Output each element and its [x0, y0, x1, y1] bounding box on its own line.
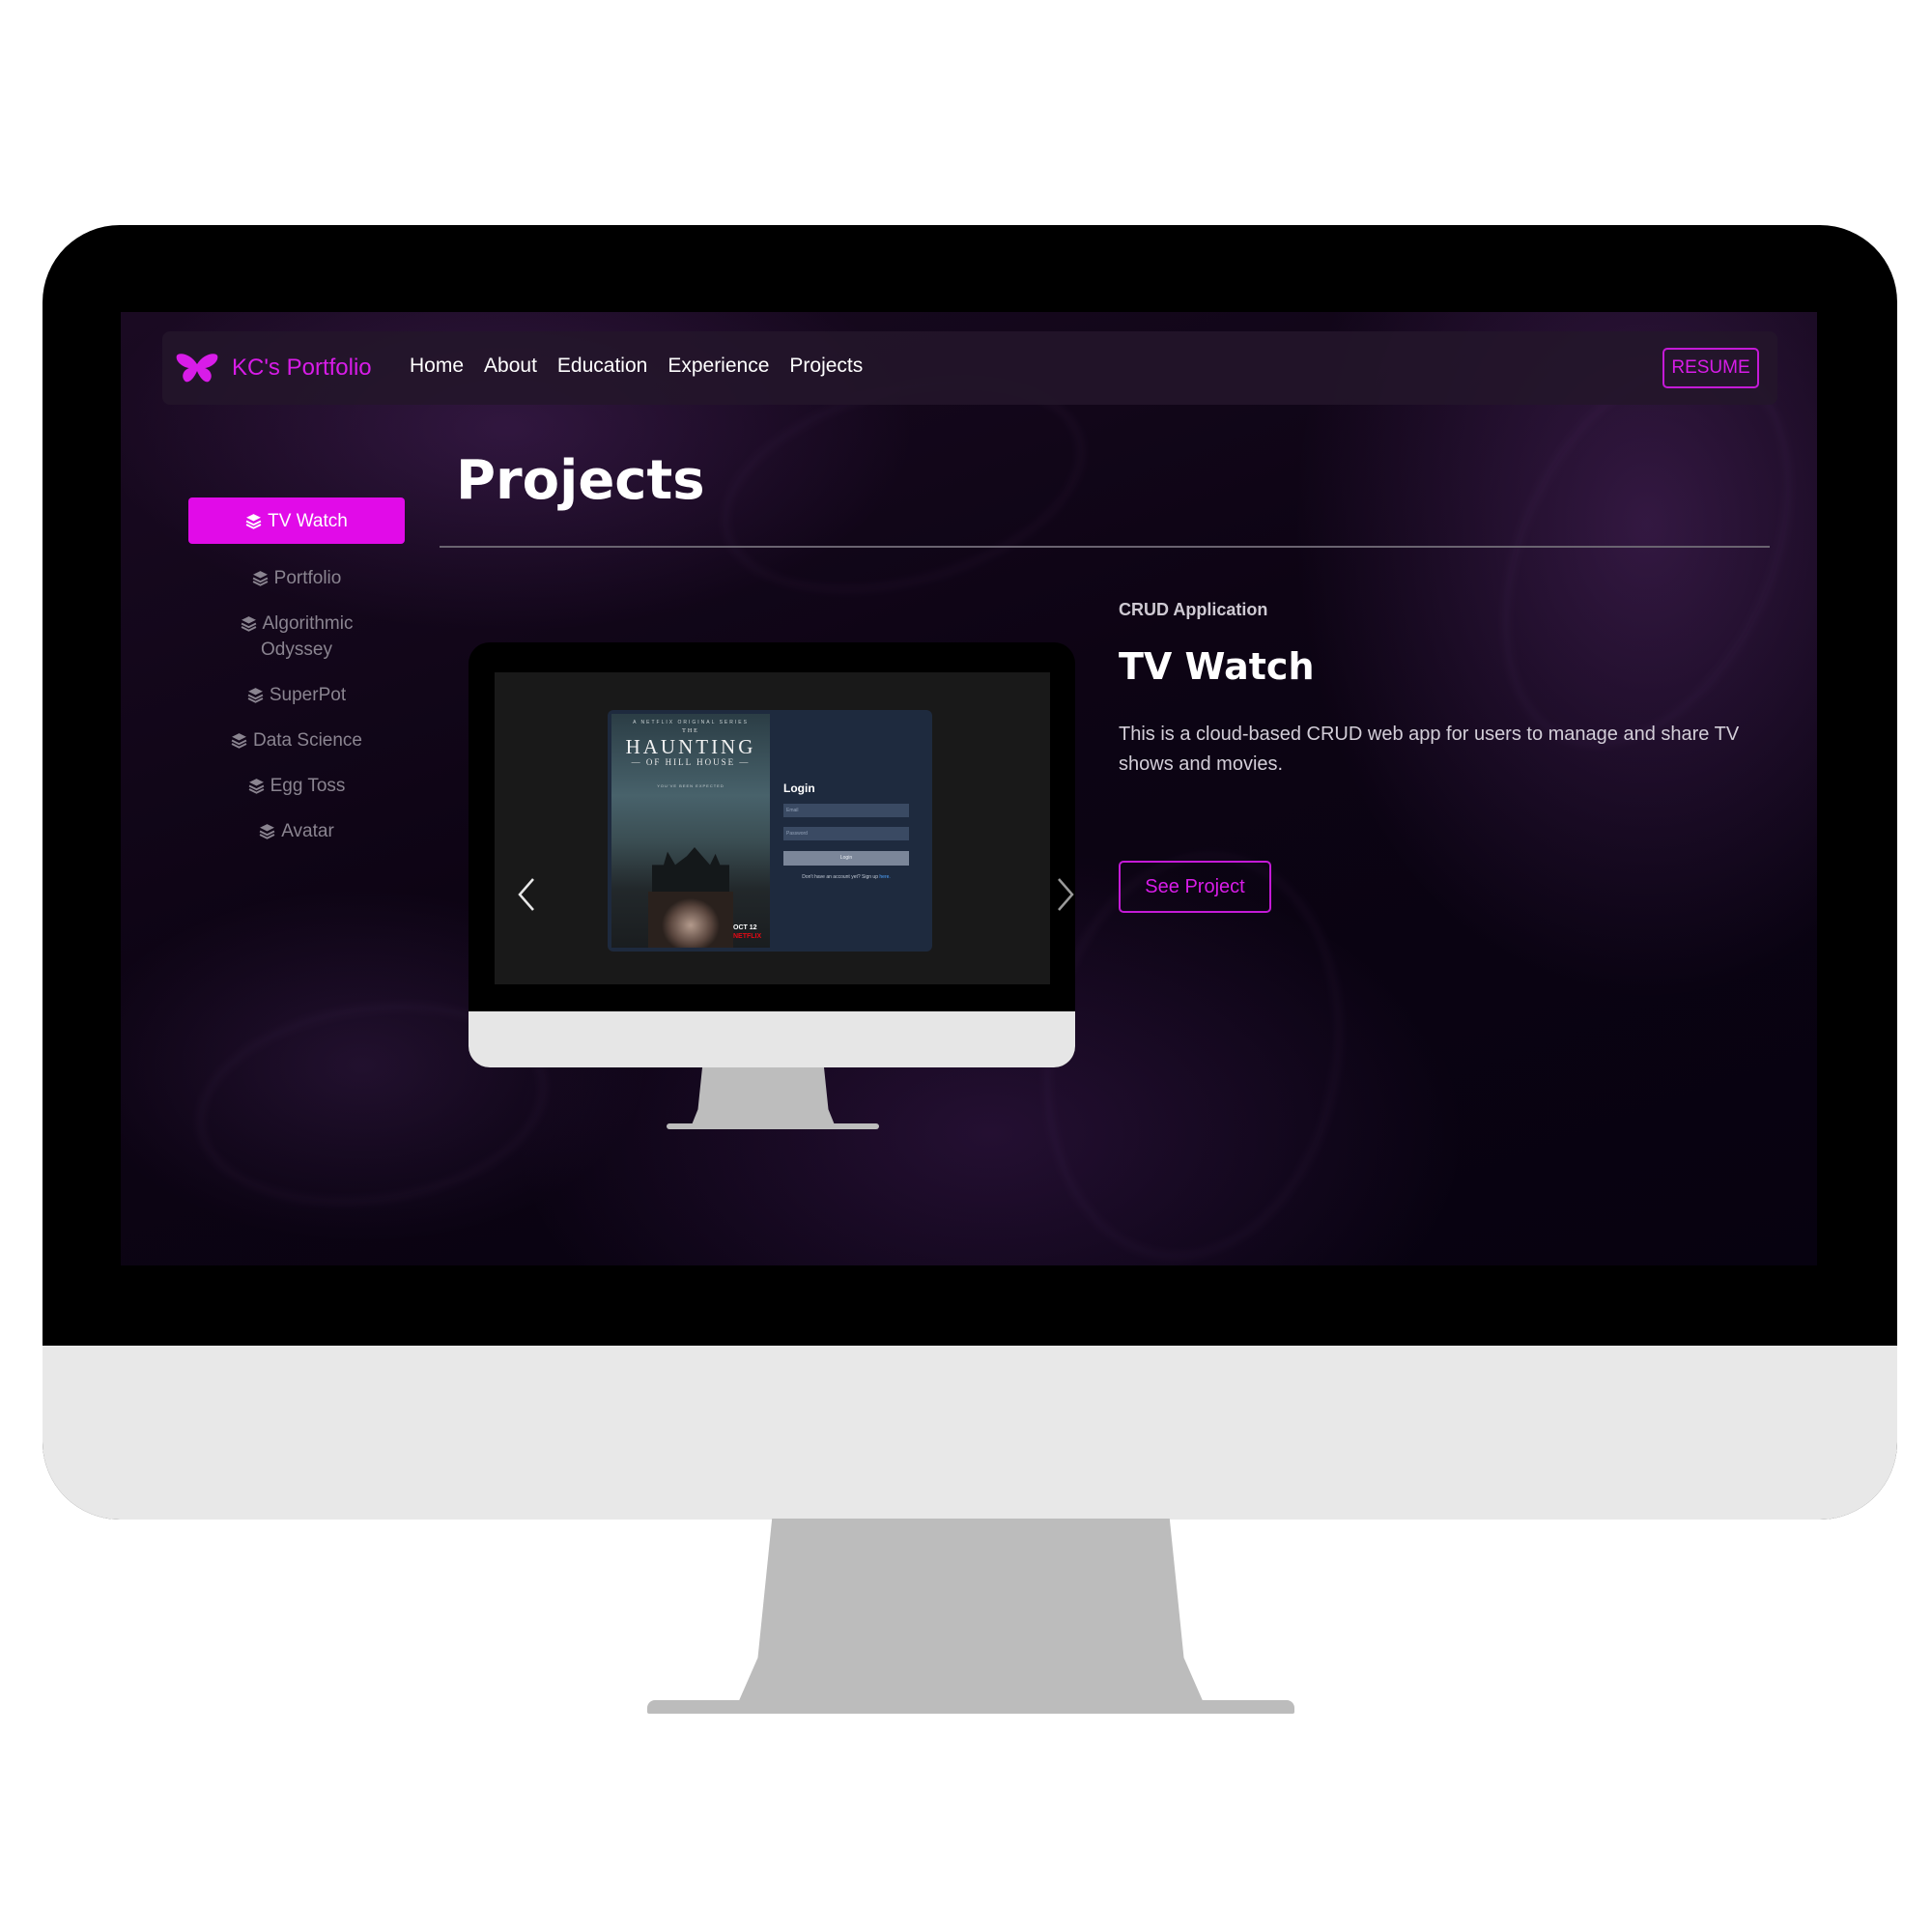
- carousel-prev-button[interactable]: [514, 875, 539, 914]
- sidebar-item-label: SuperPot: [269, 685, 347, 705]
- login-button: Login: [783, 851, 909, 866]
- sidebar-item-label: Egg Toss: [270, 776, 346, 796]
- sidebar-item-label: Avatar: [281, 821, 334, 841]
- layers-icon: [247, 688, 264, 703]
- layers-icon: [231, 733, 247, 749]
- layers-icon: [245, 513, 262, 529]
- poster-tagline: YOU'VE BEEN EXPECTED: [657, 783, 724, 788]
- email-field: Email: [783, 804, 909, 817]
- layers-icon: [252, 571, 269, 586]
- navbar: KC's Portfolio Home About Education Expe…: [162, 331, 1777, 405]
- brand-link[interactable]: KC's Portfolio: [176, 351, 372, 385]
- sidebar-item-portfolio[interactable]: Portfolio: [188, 565, 405, 591]
- nav-link-about[interactable]: About: [484, 355, 537, 378]
- nav-links: Home About Education Experience Projects: [410, 355, 883, 378]
- poster-house-silhouette: [652, 847, 729, 892]
- website-screen: KC's Portfolio Home About Education Expe…: [121, 312, 1817, 1265]
- signup-link: here.: [879, 874, 891, 880]
- mockup-monitor-chin: [469, 1011, 1075, 1067]
- show-poster: A NETFLIX ORIGINAL SERIES THE HAUNTING —…: [611, 714, 770, 948]
- butterfly-icon: [176, 354, 218, 383]
- sidebar-item-superpot[interactable]: SuperPot: [188, 682, 405, 708]
- sidebar-item-algorithmic-odyssey[interactable]: Algorithmic Odyssey: [188, 611, 405, 663]
- sidebar-item-avatar[interactable]: Avatar: [188, 818, 405, 844]
- poster-subtitle: — OF HILL HOUSE —: [631, 757, 751, 767]
- chevron-right-icon: [1058, 878, 1074, 911]
- project-sidebar: TV Watch Portfolio Algorithmic Odyssey S…: [188, 497, 405, 864]
- carousel-viewport: A NETFLIX ORIGINAL SERIES THE HAUNTING —…: [495, 672, 1074, 984]
- monitor-chin: [43, 1346, 1897, 1520]
- poster-series-line: A NETFLIX ORIGINAL SERIES: [633, 720, 749, 725]
- monitor-base: [647, 1700, 1294, 1714]
- see-project-button[interactable]: See Project: [1119, 861, 1271, 913]
- sidebar-item-label: Data Science: [252, 730, 362, 751]
- poster-the: THE: [682, 728, 699, 734]
- chevron-left-icon: [518, 878, 534, 911]
- project-category: CRUD Application: [1119, 600, 1268, 619]
- mockup-monitor-stand: [691, 1067, 836, 1127]
- sidebar-item-label: Odyssey: [261, 639, 332, 660]
- nav-link-experience[interactable]: Experience: [668, 355, 769, 378]
- monitor-stand: [734, 1519, 1208, 1712]
- mockup-monitor-frame: A NETFLIX ORIGINAL SERIES THE HAUNTING —…: [469, 642, 1075, 1067]
- carousel-next-button[interactable]: [1053, 875, 1075, 914]
- poster-title: HAUNTING: [625, 735, 756, 758]
- mockup-monitor-base: [667, 1123, 879, 1129]
- carousel-slide: A NETFLIX ORIGINAL SERIES THE HAUNTING —…: [608, 710, 932, 952]
- brand-name: KC's Portfolio: [232, 355, 372, 381]
- divider: [440, 546, 1770, 548]
- poster-brand: NETFLIX: [733, 933, 762, 940]
- poster-face: [648, 892, 733, 948]
- sidebar-item-label: TV Watch: [268, 510, 348, 531]
- poster-date: OCT 12: [733, 924, 757, 931]
- signup-note: Don't have an account yet? Sign up here.: [783, 874, 909, 880]
- sidebar-item-data-science[interactable]: Data Science: [188, 727, 405, 753]
- sidebar-item-label: Portfolio: [273, 568, 342, 588]
- sidebar-item-label: Algorithmic: [262, 613, 354, 634]
- signup-note-text: Don't have an account yet? Sign up: [802, 874, 880, 880]
- sidebar-item-egg-toss[interactable]: Egg Toss: [188, 773, 405, 799]
- resume-button[interactable]: RESUME: [1662, 348, 1759, 388]
- layers-icon: [248, 779, 264, 794]
- nav-link-education[interactable]: Education: [557, 355, 647, 378]
- nav-link-projects[interactable]: Projects: [789, 355, 863, 378]
- page-title: Projects: [456, 449, 705, 512]
- project-carousel: A NETFLIX ORIGINAL SERIES THE HAUNTING —…: [469, 642, 1075, 1129]
- nav-link-home[interactable]: Home: [410, 355, 464, 378]
- sidebar-item-tv-watch[interactable]: TV Watch: [188, 497, 405, 544]
- project-description: This is a cloud-based CRUD web app for u…: [1119, 724, 1740, 775]
- layers-icon: [259, 824, 275, 839]
- layers-icon: [241, 616, 256, 632]
- login-title: Login: [783, 781, 815, 795]
- project-title: TV Watch: [1119, 645, 1315, 688]
- password-field: Password: [783, 827, 909, 840]
